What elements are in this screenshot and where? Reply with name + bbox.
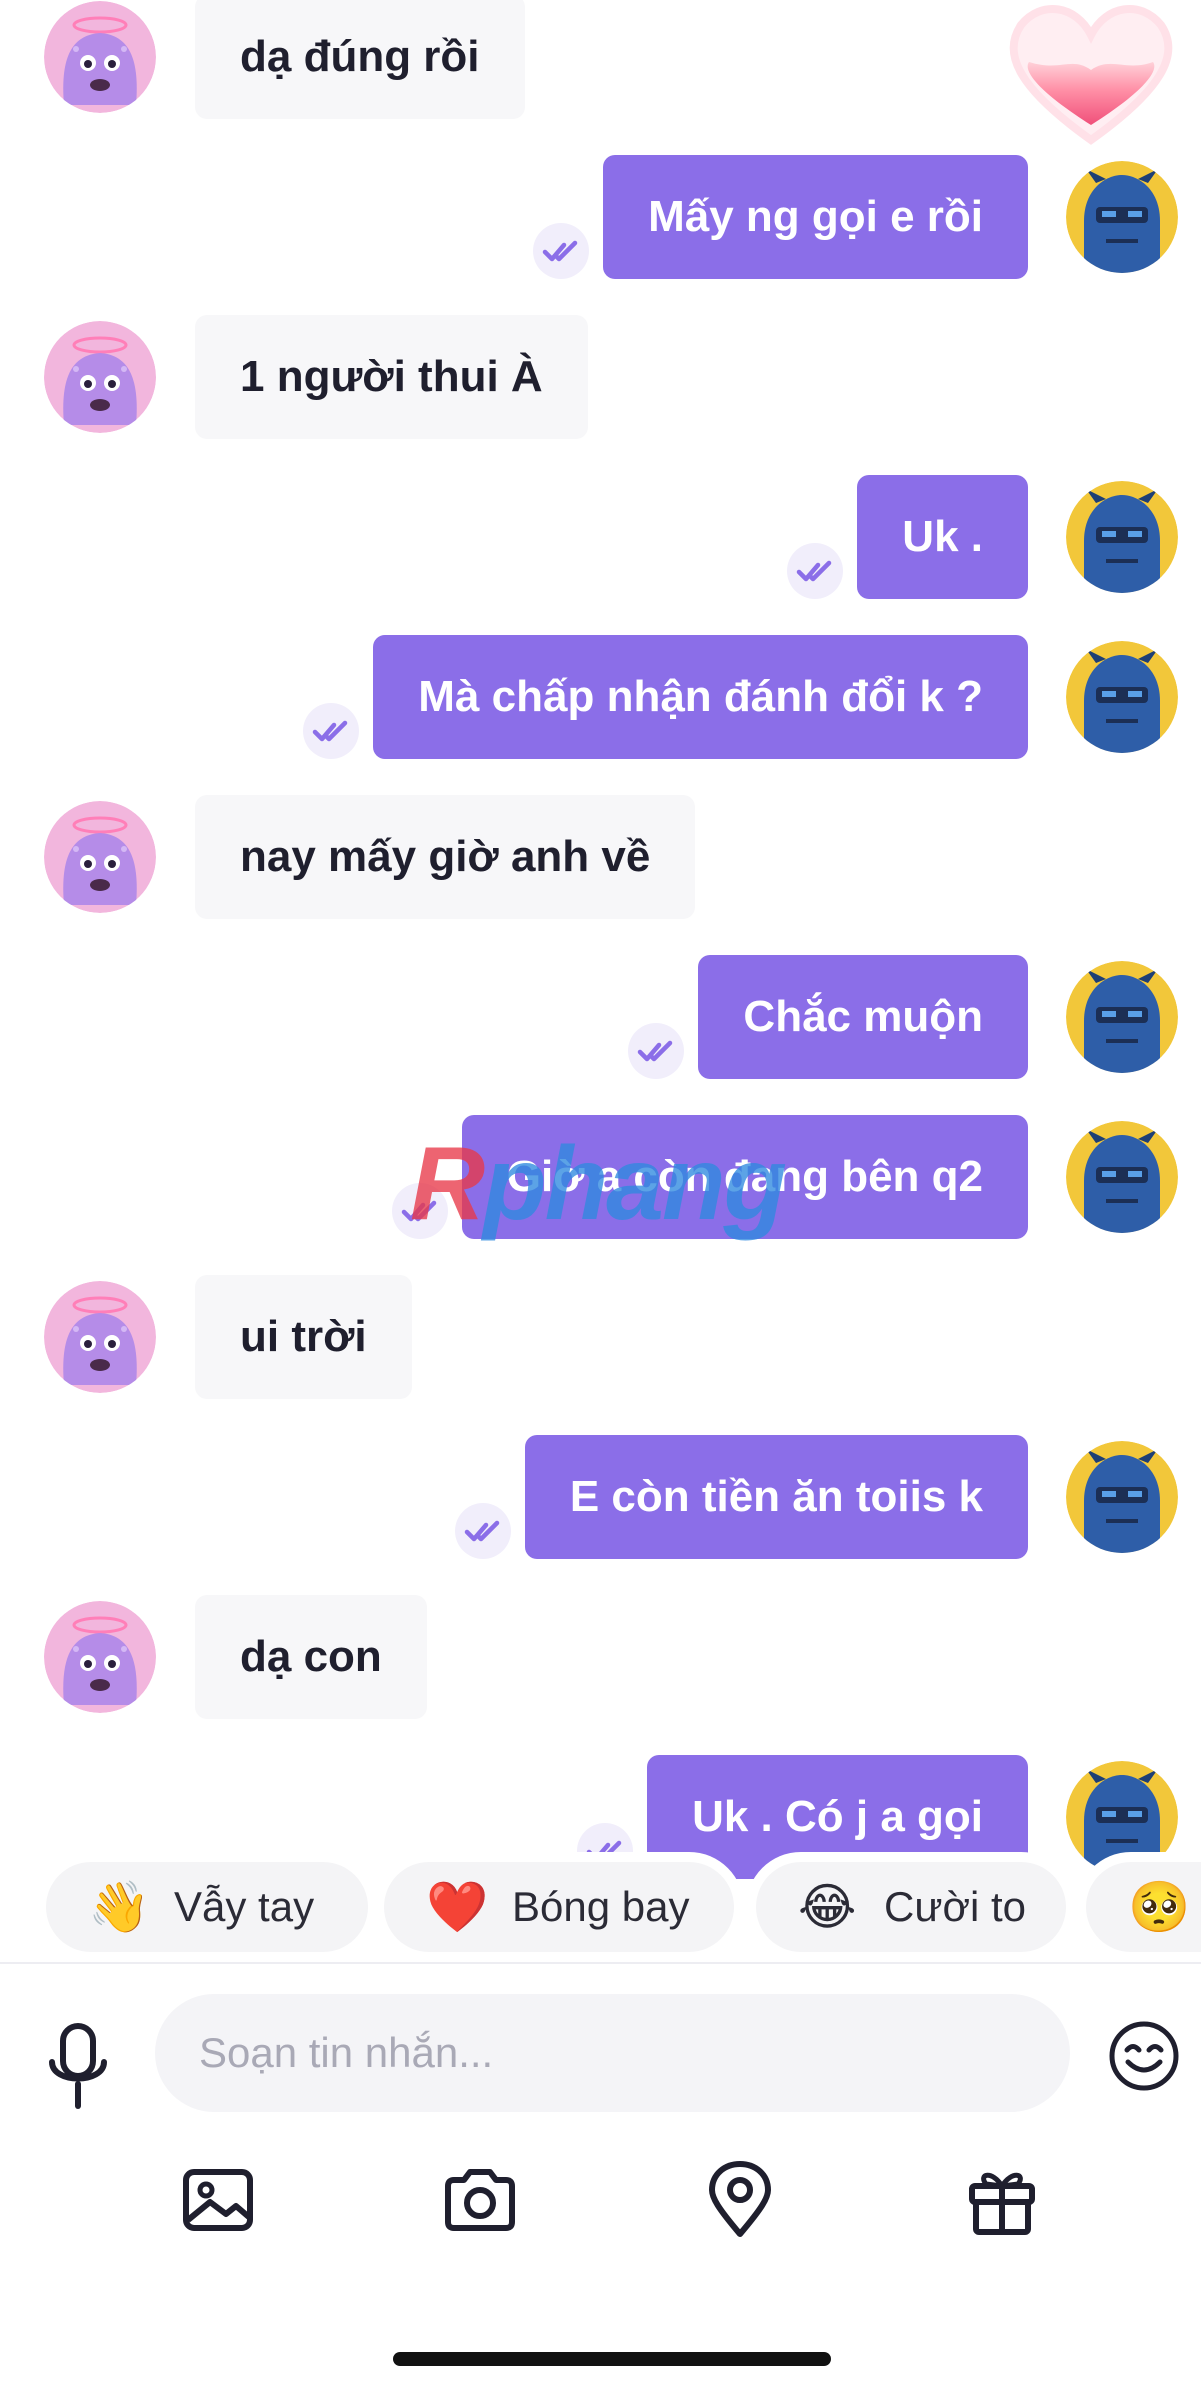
quick-reply-label: Bóng bay	[512, 1883, 690, 1930]
incoming-message[interactable]: ui trời	[195, 1275, 412, 1399]
read-receipt-icon	[392, 1183, 448, 1239]
outgoing-message[interactable]: Mà chấp nhận đánh đổi k ?	[373, 635, 1028, 759]
my-avatar[interactable]	[1066, 1121, 1178, 1233]
microphone-icon[interactable]	[46, 2022, 110, 2112]
my-avatar[interactable]	[1066, 481, 1178, 593]
outgoing-message[interactable]: Uk .	[857, 475, 1028, 599]
gift-icon[interactable]	[962, 2160, 1042, 2240]
read-receipt-icon	[628, 1023, 684, 1079]
incoming-message[interactable]: dạ đúng rồi	[195, 0, 525, 119]
read-receipt-icon	[303, 703, 359, 759]
incoming-message[interactable]: dạ con	[195, 1595, 427, 1719]
laugh-emoji-icon: 😂	[798, 1879, 857, 1935]
message-input[interactable]	[155, 1994, 1070, 2112]
heart-emoji-icon: ❤️	[426, 1878, 489, 1935]
read-receipt-icon	[787, 543, 843, 599]
location-icon[interactable]	[700, 2160, 780, 2240]
sender-avatar[interactable]	[44, 1601, 156, 1713]
incoming-message[interactable]: 1 người thui À	[195, 315, 588, 439]
sender-avatar[interactable]	[44, 801, 156, 913]
heart-sticker-icon	[1009, 5, 1173, 145]
outgoing-message[interactable]: Chắc muộn	[698, 955, 1028, 1079]
outgoing-message[interactable]: E còn tiền ăn toiis k	[524, 1435, 1028, 1559]
camera-icon[interactable]	[440, 2160, 520, 2240]
my-avatar[interactable]	[1066, 961, 1178, 1073]
quick-reply-balloon[interactable]: ❤️ Bóng bay	[384, 1862, 734, 1952]
quick-reply-bar: 👋 Vẫy tay ❤️ Bóng bay 😂 Cười to 🥺	[0, 1850, 1201, 1962]
image-icon[interactable]	[178, 2160, 258, 2240]
quick-reply-pleading[interactable]: 🥺	[1086, 1862, 1201, 1952]
my-avatar[interactable]	[1066, 161, 1178, 273]
chat-area[interactable]: dạ đúng rồi Mấy ng gọi e rồi 1 người thu…	[0, 0, 1201, 1990]
quick-reply-label: Vẫy tay	[174, 1883, 315, 1930]
my-avatar[interactable]	[1066, 1441, 1178, 1553]
quick-reply-laugh[interactable]: 😂 Cười to	[756, 1862, 1066, 1952]
read-receipt-icon	[533, 223, 589, 279]
wave-emoji-icon: 👋	[88, 1878, 151, 1935]
composer-bar	[0, 1962, 1201, 2390]
quick-reply-wave[interactable]: 👋 Vẫy tay	[46, 1862, 368, 1952]
home-indicator	[393, 2352, 831, 2366]
emoji-icon[interactable]	[1108, 2020, 1180, 2092]
outgoing-message[interactable]: Giờ a còn đang bên q2	[461, 1115, 1028, 1239]
outgoing-message[interactable]: Mấy ng gọi e rồi	[603, 155, 1028, 279]
read-receipt-icon	[455, 1503, 511, 1559]
pleading-emoji-icon: 🥺	[1128, 1878, 1191, 1935]
quick-reply-label: Cười to	[884, 1883, 1027, 1930]
sender-avatar[interactable]	[44, 321, 156, 433]
sender-avatar[interactable]	[44, 1281, 156, 1393]
my-avatar[interactable]	[1066, 641, 1178, 753]
incoming-message[interactable]: nay mấy giờ anh về	[195, 795, 696, 919]
sender-avatar[interactable]	[44, 1, 156, 113]
